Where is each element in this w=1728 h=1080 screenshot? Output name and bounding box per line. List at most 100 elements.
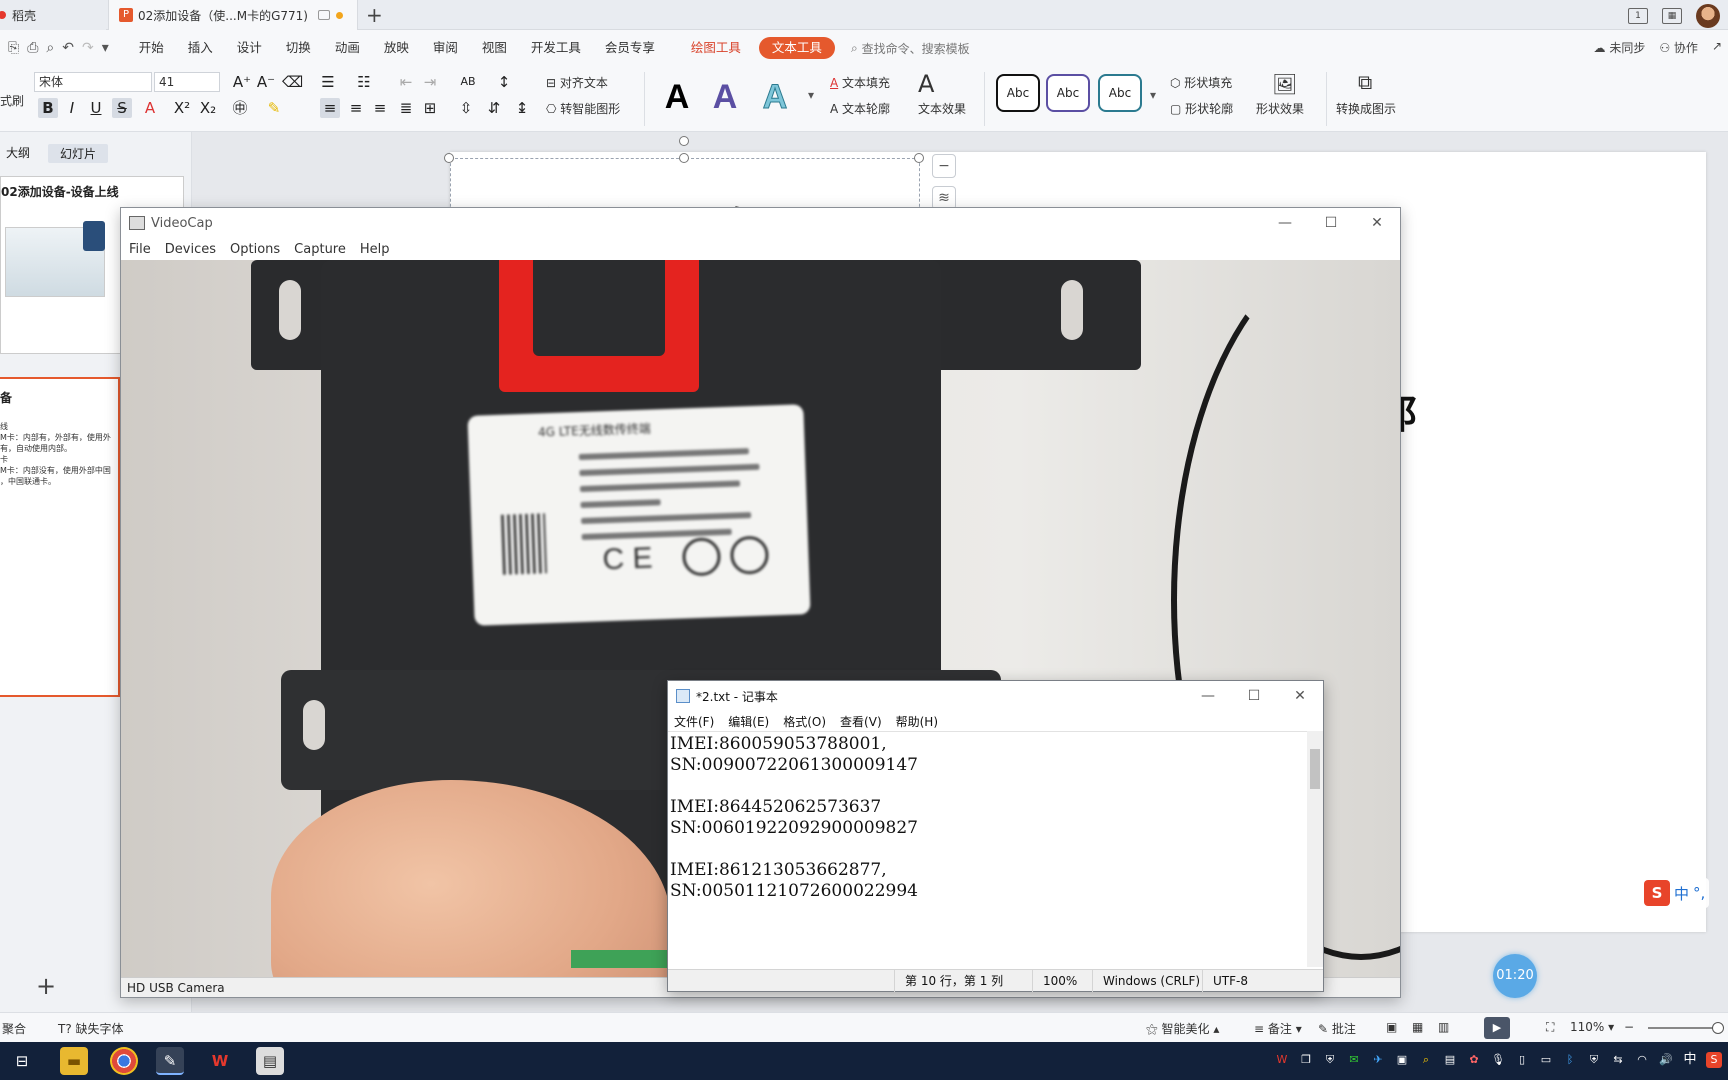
tab-slides[interactable]: 幻灯片 [48, 144, 109, 163]
vertical-scrollbar[interactable] [1307, 731, 1323, 967]
paragraph-spacing-icon[interactable]: ⇳ [456, 98, 476, 118]
notes-button[interactable]: ≡ 备注 ▾ [1254, 1020, 1302, 1037]
grow-font-icon[interactable]: A⁺ [232, 72, 252, 92]
line-spacing-icon[interactable]: ↕ [494, 72, 514, 92]
ribbon-tab-2[interactable]: 设计 [225, 37, 274, 59]
tab-outline[interactable]: 大纲 [6, 144, 30, 163]
tab-text-tools[interactable]: 文本工具 [758, 37, 835, 59]
ribbon-tab-7[interactable]: 视图 [470, 37, 519, 59]
fit-window-icon[interactable]: ⛶ [1546, 1020, 1554, 1035]
ribbon-tab-1[interactable]: 插入 [176, 37, 225, 59]
tab-home[interactable]: 稻壳 [0, 0, 106, 30]
videocap-menu-item-4[interactable]: Help [360, 242, 390, 257]
volume-icon[interactable]: 🔊 [1658, 1052, 1674, 1068]
security-icon[interactable]: ⛨ [1586, 1052, 1602, 1068]
command-search[interactable]: ⌕ 查找命令、搜索模板 [851, 40, 970, 57]
smart-shape-button[interactable]: ⎔ 转智能图形 [546, 100, 620, 117]
column-spacing-icon[interactable]: ⇵ [484, 98, 504, 118]
share-icon[interactable]: ↗ [1712, 39, 1722, 56]
maximize-button[interactable]: ☐ [1231, 681, 1277, 711]
convert-diagram-button[interactable]: 转换成图示 [1336, 100, 1396, 117]
microphone-icon[interactable]: 🎙 [1490, 1052, 1506, 1068]
tab-drawing-tools[interactable]: 绘图工具 [679, 37, 753, 59]
underline-button[interactable]: U [86, 98, 106, 118]
file-explorer-icon[interactable]: ▬ [60, 1047, 88, 1075]
notepad-menu-item-2[interactable]: 格式(O) [783, 713, 826, 730]
resize-handle[interactable] [444, 153, 454, 163]
app-tray-icon[interactable]: ▤ [1442, 1052, 1458, 1068]
font-size-select[interactable]: 41 [154, 72, 220, 92]
ribbon-tab-5[interactable]: 放映 [372, 37, 421, 59]
window-layout-icon[interactable]: 1 [1628, 8, 1648, 24]
minimize-button[interactable]: — [1262, 208, 1308, 238]
grid-apps-icon[interactable]: ▦ [1662, 8, 1682, 24]
rotate-handle[interactable] [679, 136, 689, 146]
notepad-menu-item-1[interactable]: 编辑(E) [728, 713, 769, 730]
notepad-taskbar-icon[interactable]: ✎ [156, 1047, 184, 1075]
close-button[interactable]: ✕ [1354, 208, 1400, 238]
strikethrough-button[interactable]: S [112, 98, 132, 118]
close-button[interactable]: ✕ [1277, 681, 1323, 711]
ime-toolbar[interactable]: S 中 °, [1640, 878, 1710, 908]
task-view-icon[interactable]: ⊟ [8, 1047, 36, 1075]
zoom-select[interactable]: 110% ▾ [1570, 1020, 1614, 1034]
screen-icon[interactable]: ▣ [1394, 1052, 1410, 1068]
maximize-button[interactable]: ☐ [1308, 208, 1354, 238]
play-slideshow-button[interactable]: ▶ [1484, 1017, 1510, 1039]
scrollbar-thumb[interactable] [1310, 749, 1320, 789]
align-text-button[interactable]: ⊟ 对齐文本 [546, 74, 608, 91]
videocap-menu-item-0[interactable]: File [129, 242, 151, 257]
usb-drive-icon[interactable]: ▯ [1514, 1052, 1530, 1068]
videocap-menu-item-1[interactable]: Devices [165, 242, 216, 257]
phonetic-icon[interactable]: ㊥ [230, 98, 250, 118]
line-height-icon[interactable]: ↨ [512, 98, 532, 118]
numbered-list-icon[interactable]: ☷ [354, 72, 374, 92]
comments-button[interactable]: ✎ 批注 [1318, 1020, 1356, 1037]
missing-font-button[interactable]: T? 缺失字体 [58, 1020, 124, 1037]
ribbon-tab-6[interactable]: 审阅 [421, 37, 470, 59]
battery-icon[interactable]: ▭ [1538, 1052, 1554, 1068]
comment-icon[interactable] [317, 10, 330, 20]
bold-button[interactable]: B [38, 98, 58, 118]
shape-style-3[interactable]: Abc [1098, 74, 1142, 112]
text-fill-button[interactable]: A 文本填充 [830, 74, 890, 91]
superscript-icon[interactable]: X² [172, 98, 192, 118]
shape-fill-button[interactable]: ⬡ 形状填充 [1170, 74, 1232, 91]
print-icon[interactable]: ⎙ [27, 40, 38, 56]
justify-icon[interactable]: ≣ [396, 98, 416, 118]
zoom-out-icon[interactable]: − [1624, 1020, 1634, 1034]
text-style-more-icon[interactable]: ▾ [808, 88, 814, 102]
ribbon-tab-8[interactable]: 开发工具 [519, 37, 593, 59]
decrease-indent-icon[interactable]: ⇤ [396, 72, 416, 92]
more-icon[interactable]: ▾ [102, 40, 109, 56]
shape-style-more-icon[interactable]: ▾ [1150, 88, 1156, 102]
bullet-list-icon[interactable]: ☰ [318, 72, 338, 92]
videocap-menu-item-2[interactable]: Options [230, 242, 280, 257]
videocap-menu-item-3[interactable]: Capture [294, 242, 346, 257]
smart-beautify-button[interactable]: ⚝ 智能美化 ▴ [1146, 1020, 1219, 1037]
wps-taskbar-icon[interactable]: W [206, 1047, 234, 1075]
new-tab-button[interactable]: + [366, 3, 383, 27]
zoom-slider[interactable] [1648, 1022, 1724, 1034]
shrink-font-icon[interactable]: A⁻ [256, 72, 276, 92]
flower-icon[interactable]: ✿ [1466, 1052, 1482, 1068]
text-style-purple[interactable]: A [702, 74, 748, 120]
format-painter-button[interactable]: 式刷 [0, 92, 24, 109]
align-left-icon[interactable]: ≡ [320, 98, 340, 118]
resize-handle[interactable] [914, 153, 924, 163]
text-outline-button[interactable]: A 文本轮廓 [830, 100, 890, 117]
shape-style-1[interactable]: Abc [996, 74, 1040, 112]
videocap-taskbar-icon[interactable]: ▤ [256, 1047, 284, 1075]
avatar[interactable] [1696, 4, 1720, 28]
subscript-icon[interactable]: X₂ [198, 98, 218, 118]
align-right-icon[interactable]: ≡ [370, 98, 390, 118]
shape-effect-button[interactable]: 形状效果 [1256, 100, 1304, 117]
highlight-icon[interactable]: ✎ [264, 98, 284, 118]
remote-icon[interactable]: ⇆ [1610, 1052, 1626, 1068]
chrome-icon[interactable] [110, 1047, 138, 1075]
clear-format-icon[interactable]: ⌫ [282, 72, 303, 92]
search-tray-icon[interactable]: ⌕ [1418, 1052, 1434, 1068]
ribbon-tab-9[interactable]: 会员专享 [593, 37, 667, 59]
reading-view-icon[interactable]: ▥ [1438, 1020, 1449, 1034]
tab-document[interactable]: P 02添加设备（使...M卡的G771) [108, 0, 358, 30]
